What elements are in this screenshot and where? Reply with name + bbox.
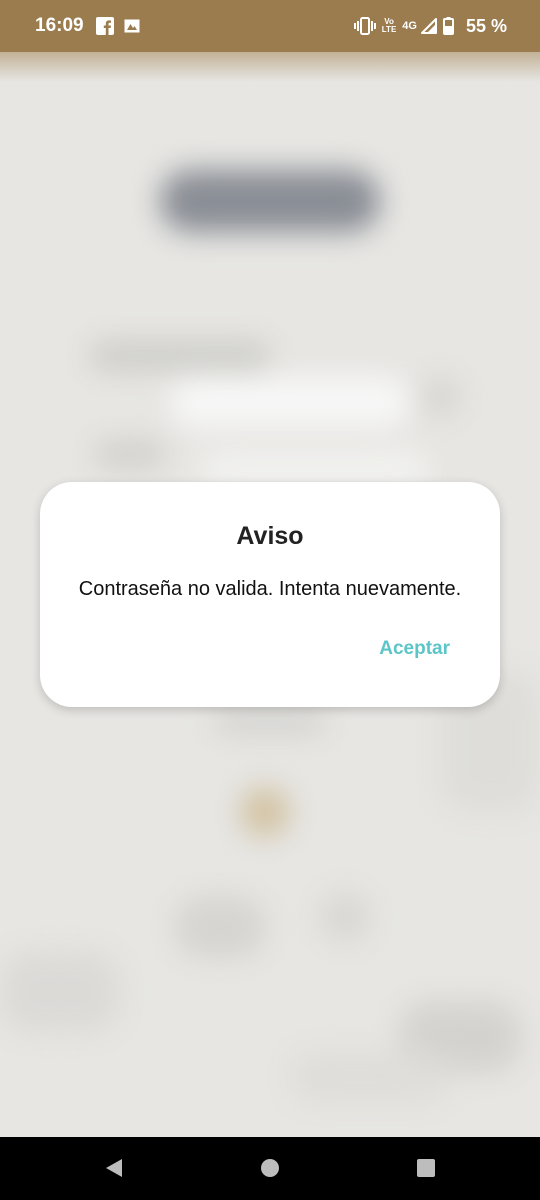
alert-dialog: Aviso Contraseña no valida. Intenta nuev… [40,482,500,707]
battery-icon [442,17,454,35]
battery-percentage: 55 % [465,15,507,36]
home-icon[interactable] [257,1155,283,1181]
status-bar: 16:09 Vo LTE 4G 55 % [0,0,540,52]
dialog-title: Aviso [236,522,304,550]
status-left: 16:09 [35,0,150,52]
back-icon[interactable] [101,1155,127,1181]
signal-icon [420,18,437,34]
navigation-bar [0,1137,540,1200]
status-time: 16:09 [35,15,84,36]
status-right: Vo LTE 4G 55 % [353,0,507,52]
facebook-icon [95,17,114,35]
image-notification-icon [124,18,140,34]
vibrate-icon [353,17,376,35]
accept-button[interactable]: Aceptar [369,632,460,666]
lte-label: LTE [381,25,397,34]
recents-icon[interactable] [413,1155,439,1181]
dialog-message: Contraseña no valida. Intenta nuevamente… [78,578,462,600]
network-type: 4G [402,20,417,32]
volte-indicator: Vo LTE [382,18,397,34]
